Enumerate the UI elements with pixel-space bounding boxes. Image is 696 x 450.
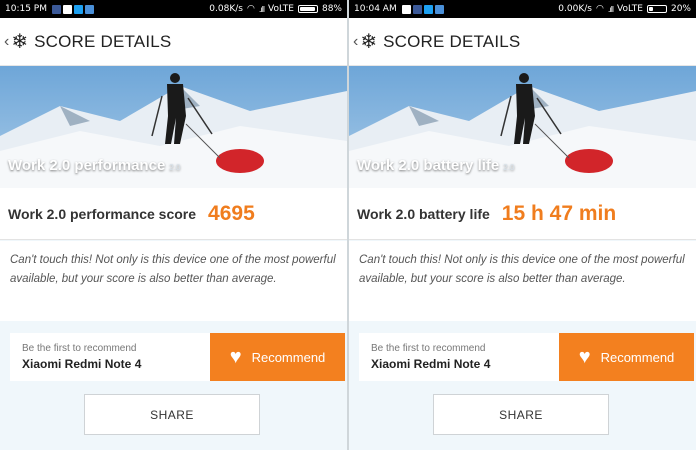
score-description: Can't touch this! Not only is this devic… bbox=[0, 241, 347, 321]
network-speed: 0.00K/s bbox=[558, 4, 592, 14]
recommend-button[interactable]: ♥ Recommend bbox=[559, 333, 694, 381]
score-label: Work 2.0 battery life bbox=[357, 205, 490, 222]
notification-icons bbox=[52, 4, 94, 14]
device-name: Xiaomi Redmi Note 4 bbox=[22, 357, 142, 371]
status-bar: 10:04 AM 0.00K/s ◠ .ıll VoLTE 20% bbox=[349, 0, 696, 18]
notification-icons bbox=[401, 4, 444, 14]
screen-battery: 10:04 AM 0.00K/s ◠ .ıll VoLTE 20% ‹ ❄ SC… bbox=[349, 0, 696, 450]
snowflake-icon bbox=[401, 4, 411, 14]
score-label: Work 2.0 performance score bbox=[8, 205, 197, 222]
screen-performance: 10:15 PM 0.08K/s ◠ .ıll VoLTE 88% ‹ ❄ SC… bbox=[0, 0, 347, 450]
network-speed: 0.08K/s bbox=[209, 4, 243, 14]
twitter-icon bbox=[74, 4, 83, 14]
battery-percent: 88% bbox=[321, 4, 342, 14]
status-time: 10:15 PM bbox=[5, 4, 47, 14]
recommend-prompt: Be the first to recommend bbox=[371, 343, 486, 354]
hero-version: 2.0 bbox=[169, 163, 181, 172]
facebook-icon bbox=[434, 4, 444, 14]
hero-title-text: Work 2.0 battery life bbox=[357, 157, 500, 174]
signal-icon: .ıll bbox=[258, 4, 265, 14]
score-row: Work 2.0 battery life 15 h 47 min bbox=[349, 188, 696, 240]
score-value: 15 h 47 min bbox=[501, 201, 617, 225]
volte-label: VoLTE bbox=[268, 4, 294, 14]
share-button[interactable]: SHARE bbox=[84, 394, 260, 435]
battery-icon bbox=[297, 5, 318, 13]
snowflake-icon: ❄ bbox=[360, 31, 378, 53]
app-bar: ‹ ❄ SCORE DETAILS bbox=[0, 18, 347, 66]
hero-title: Work 2.0 performance 2.0 bbox=[8, 157, 180, 174]
hero-banner: Work 2.0 battery life 2.0 bbox=[349, 66, 696, 188]
status-time: 10:04 AM bbox=[354, 4, 397, 14]
heart-icon: ♥ bbox=[229, 346, 242, 368]
hero-title-text: Work 2.0 performance bbox=[8, 157, 166, 174]
recommend-button-label: Recommend bbox=[600, 349, 675, 365]
snowflake-icon: ❄ bbox=[11, 31, 29, 53]
status-right: 0.00K/s ◠ .ıll VoLTE 20% bbox=[558, 4, 691, 14]
recommend-card: Be the first to recommend Xiaomi Redmi N… bbox=[10, 333, 345, 381]
snowflake-icon bbox=[63, 4, 72, 14]
status-right: 0.08K/s ◠ .ıll VoLTE 88% bbox=[209, 4, 342, 14]
hero-banner: Work 2.0 performance 2.0 bbox=[0, 66, 347, 188]
score-row: Work 2.0 performance score 4695 bbox=[0, 188, 347, 240]
heart-icon: ♥ bbox=[578, 346, 591, 368]
battery-percent: 20% bbox=[670, 4, 691, 14]
recommend-button[interactable]: ♥ Recommend bbox=[210, 333, 345, 381]
signal-icon: .ıll bbox=[607, 4, 614, 14]
message-icon bbox=[52, 4, 61, 14]
recommend-text: Be the first to recommend Xiaomi Redmi N… bbox=[10, 343, 210, 371]
twitter-icon bbox=[423, 4, 433, 14]
comparison-screens: 10:15 PM 0.08K/s ◠ .ıll VoLTE 88% ‹ ❄ SC… bbox=[0, 0, 696, 450]
recommend-prompt: Be the first to recommend bbox=[22, 343, 137, 354]
hero-title: Work 2.0 battery life 2.0 bbox=[357, 157, 514, 174]
recommend-card: Be the first to recommend Xiaomi Redmi N… bbox=[359, 333, 694, 381]
device-name: Xiaomi Redmi Note 4 bbox=[371, 357, 491, 371]
page-title: SCORE DETAILS bbox=[34, 31, 172, 51]
recommend-text: Be the first to recommend Xiaomi Redmi N… bbox=[359, 343, 559, 371]
wifi-icon: ◠ bbox=[246, 4, 255, 14]
message-icon bbox=[412, 4, 422, 14]
wifi-icon: ◠ bbox=[595, 4, 604, 14]
app-bar: ‹ ❄ SCORE DETAILS bbox=[349, 18, 696, 66]
hero-version: 2.0 bbox=[503, 163, 515, 172]
chevron-left-icon[interactable]: ‹ bbox=[353, 33, 358, 51]
score-value: 4695 bbox=[208, 201, 255, 225]
volte-label: VoLTE bbox=[617, 4, 643, 14]
recommend-button-label: Recommend bbox=[251, 349, 326, 365]
facebook-icon bbox=[85, 4, 94, 14]
battery-icon bbox=[646, 5, 667, 13]
page-title: SCORE DETAILS bbox=[383, 31, 521, 51]
status-bar: 10:15 PM 0.08K/s ◠ .ıll VoLTE 88% bbox=[0, 0, 347, 18]
score-description: Can't touch this! Not only is this devic… bbox=[349, 241, 696, 321]
chevron-left-icon[interactable]: ‹ bbox=[4, 33, 9, 51]
share-button[interactable]: SHARE bbox=[433, 394, 609, 435]
